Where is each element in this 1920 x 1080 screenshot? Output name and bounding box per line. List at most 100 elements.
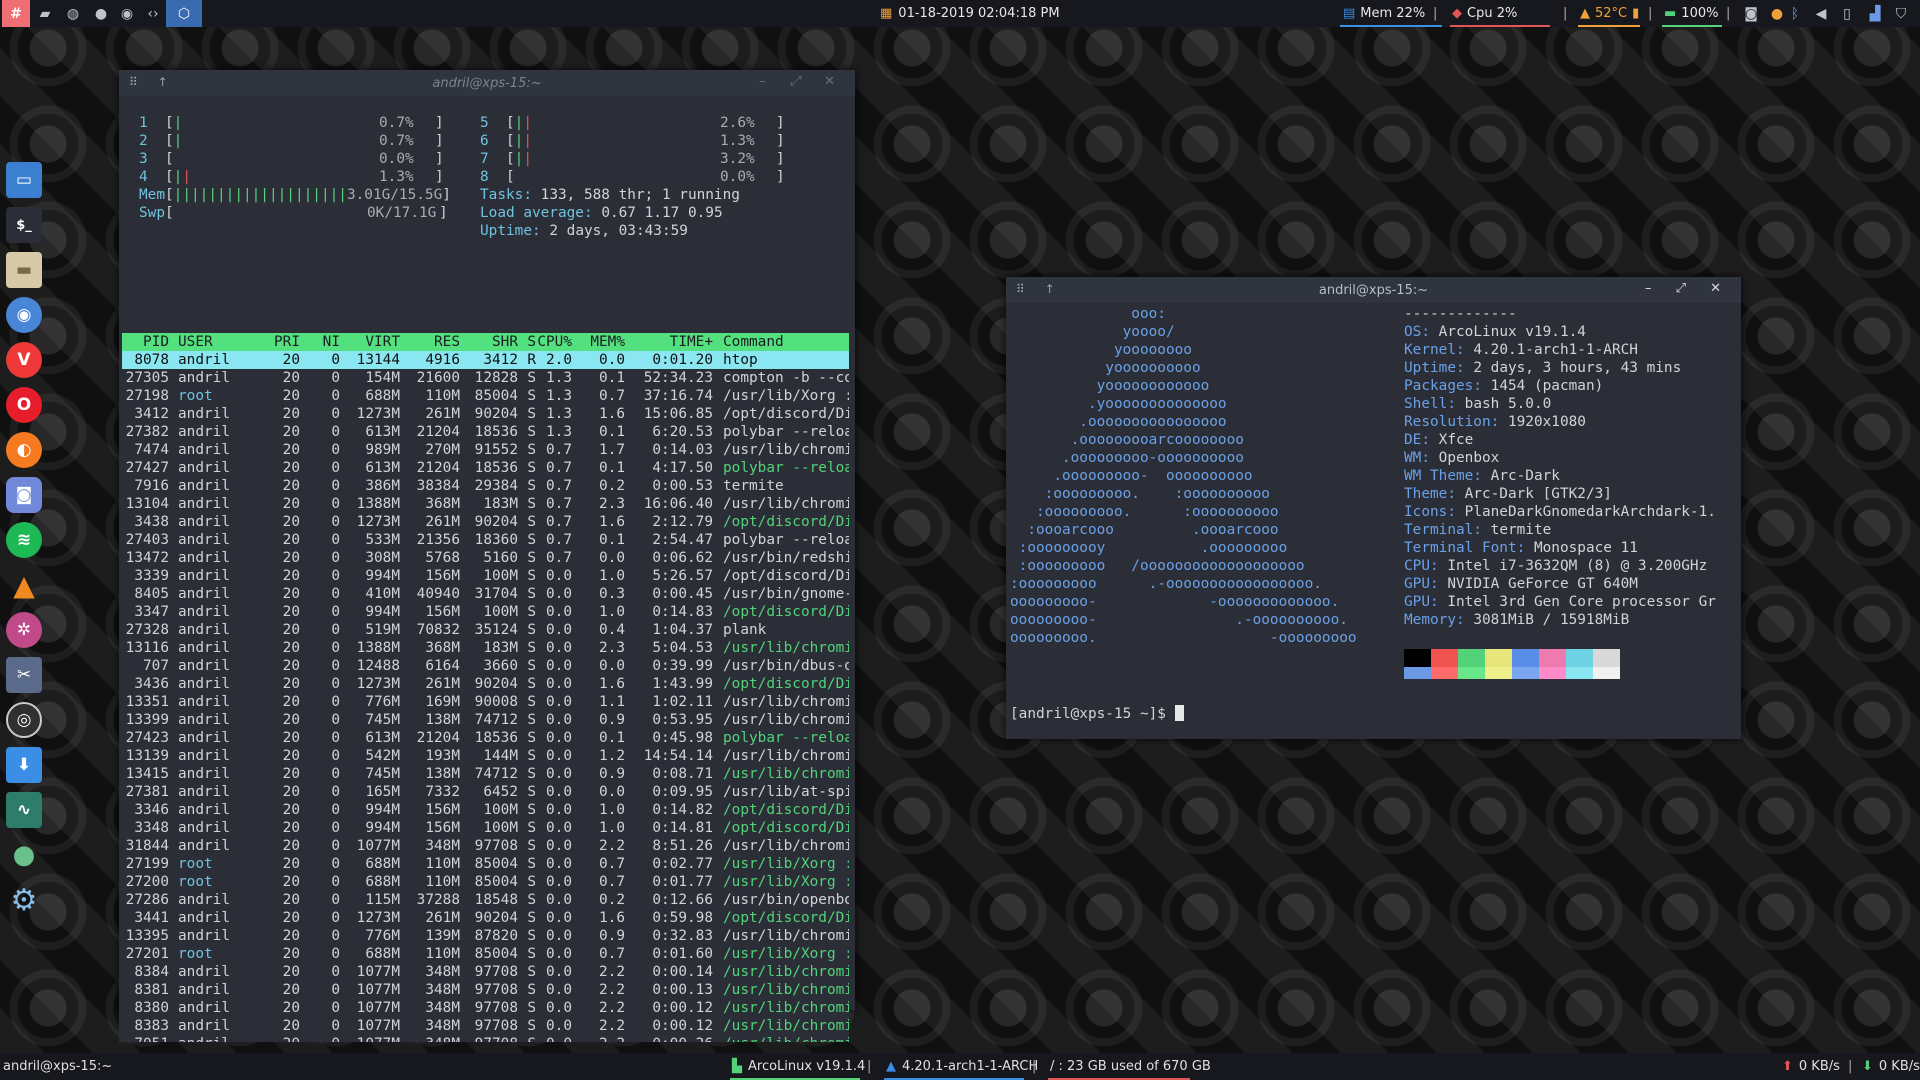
- process-row[interactable]: 7474 andril 20 0 989M 270M 91552 S 0.7 1.7 0:14.03…: [122, 441, 849, 459]
- process-row[interactable]: 3436 andril 20 0 1273M 261M 90204 S 0.0 1.6 1:43.9…: [122, 675, 849, 693]
- process-cell: 0.0: [546, 1018, 572, 1034]
- column-header[interactable]: Command: [713, 333, 849, 351]
- discord-icon[interactable]: ◙: [6, 477, 42, 513]
- obs-icon[interactable]: ◎: [6, 702, 42, 738]
- process-row[interactable]: 3339 andril 20 0 994M 156M 100M S 0.0 1.0 5:26.57 /…: [122, 567, 849, 585]
- process-row[interactable]: 13139 andril 20 0 542M 193M 144M S 0.0 1.2 14:54.1…: [122, 747, 849, 765]
- process-row[interactable]: 13116 andril 20 0 1388M 368M 183M S 0.0 2.3 5:04.5…: [122, 639, 849, 657]
- process-row[interactable]: 31844 andril 20 0 1077M 348M 97708 S 0.0 2.2 8:51.…: [122, 837, 849, 855]
- process-row[interactable]: 27382 andril 20 0 613M 21204 18536 S 1.3 0.1 6:20.…: [122, 423, 849, 441]
- column-header[interactable]: CPU%: [536, 333, 572, 351]
- process-row[interactable]: 13399 andril 20 0 745M 138M 74712 S 0.0 0.9 0:53.9…: [122, 711, 849, 729]
- process-row[interactable]: 3441 andril 20 0 1273M 261M 90204 S 0.0 1.6 0:59.9…: [122, 909, 849, 927]
- drop-icon[interactable]: ●: [6, 837, 42, 873]
- process-row[interactable]: 27199 root 20 0 688M 110M 85004 S 0.0 0.7 0:02.77 /…: [122, 855, 849, 873]
- process-row[interactable]: 13395 andril 20 0 776M 139M 87820 S 0.0 0.9 0:32.8…: [122, 927, 849, 945]
- column-header[interactable]: USER: [169, 333, 270, 351]
- info-key: Memory:: [1404, 612, 1465, 628]
- process-row[interactable]: 8381 andril 20 0 1077M 348M 97708 S 0.0 2.2 0:00.1…: [122, 981, 849, 999]
- chat-icon[interactable]: ●: [88, 0, 114, 27]
- column-header[interactable]: PRI: [270, 333, 300, 351]
- window-titlebar[interactable]: ⠿ ↑ andril@xps-15:~ – ⤢ ✕: [119, 70, 855, 96]
- process-table-header[interactable]: PID USER PRI NI VIRT RES SHR S CPU% MEM% TIME+ Comm…: [122, 333, 849, 351]
- process-row[interactable]: 3346 andril 20 0 994M 156M 100M S 0.0 1.0 0:14.82 /…: [122, 801, 849, 819]
- code-icon[interactable]: ‹›: [140, 0, 166, 27]
- shield-icon[interactable]: ⛉: [1888, 0, 1914, 27]
- files-icon[interactable]: ▬: [6, 252, 42, 288]
- opera-icon[interactable]: O: [6, 387, 42, 423]
- record-icon[interactable]: ◉: [114, 0, 140, 27]
- column-header[interactable]: NI: [300, 333, 340, 351]
- chromium-icon[interactable]: ◉: [6, 297, 42, 333]
- clipboard-icon[interactable]: ▯: [1834, 0, 1860, 27]
- process-row[interactable]: 3348 andril 20 0 994M 156M 100M S 0.0 1.0 0:14.81 /…: [122, 819, 849, 837]
- openbox-icon[interactable]: ⬡: [166, 0, 202, 27]
- window-controls[interactable]: – ⤢ ✕: [759, 74, 845, 89]
- process-cell: 20: [282, 712, 300, 728]
- column-header[interactable]: VIRT: [340, 333, 400, 351]
- window-controls[interactable]: – ⤢ ✕: [1645, 281, 1731, 296]
- process-row[interactable]: 27200 root 20 0 688M 110M 85004 S 0.0 0.7 0:01.77 /…: [122, 873, 849, 891]
- folder-icon[interactable]: ▰: [32, 0, 58, 27]
- process-row[interactable]: 27286 andril 20 0 115M 37288 18548 S 0.0 0.2 0:12.…: [122, 891, 849, 909]
- desktop-icon[interactable]: ▭: [6, 162, 42, 198]
- system-monitor-icon[interactable]: ∿: [6, 792, 42, 828]
- process-row[interactable]: 8380 andril 20 0 1077M 348M 97708 S 0.0 2.2 0:00.1…: [122, 999, 849, 1017]
- process-row[interactable]: 13415 andril 20 0 745M 138M 74712 S 0.0 0.9 0:08.7…: [122, 765, 849, 783]
- process-row[interactable]: 27305 andril 20 0 154M 21600 12828 S 1.3 0.1 52:34…: [122, 369, 849, 387]
- window-menu-icon[interactable]: ⠿ ↑: [1016, 282, 1063, 296]
- volume-icon[interactable]: ◀: [1808, 0, 1834, 27]
- process-row[interactable]: 27427 andril 20 0 613M 21204 18536 S 0.7 0.1 4:17.…: [122, 459, 849, 477]
- neofetch-output[interactable]: ooo: yoooo/ yoooooooo yoooooooooo yooooo…: [1006, 303, 1741, 739]
- process-row[interactable]: 3438 andril 20 0 1273M 261M 90204 S 0.7 1.6 2:12.7…: [122, 513, 849, 531]
- app-icon[interactable]: ✲: [6, 612, 42, 648]
- firefox-icon[interactable]: ◐: [6, 432, 42, 468]
- process-row[interactable]: 8384 andril 20 0 1077M 348M 97708 S 0.0 2.2 0:00.1…: [122, 963, 849, 981]
- process-row[interactable]: 27201 root 20 0 688M 110M 85004 S 0.0 0.7 0:01.60 /…: [122, 945, 849, 963]
- column-header[interactable]: PID: [122, 333, 169, 351]
- vlc-icon[interactable]: ▲: [6, 567, 42, 603]
- process-row[interactable]: 8078 andril 20 0 13144 4916 3412 R 2.0 0.0 0:01.20…: [122, 351, 849, 369]
- process-row[interactable]: 8405 andril 20 0 410M 40940 31704 S 0.0 0.3 0:00.4…: [122, 585, 849, 603]
- window-menu-icon[interactable]: ⠿ ↑: [129, 75, 176, 89]
- process-row[interactable]: 7051andril2001077M348M97708S0.02.20:00.2…: [122, 1035, 849, 1042]
- window-titlebar[interactable]: ⠿ ↑ andril@xps-15:~ – ⤢ ✕: [1006, 277, 1741, 303]
- column-header[interactable]: RES: [400, 333, 460, 351]
- vivaldi-icon[interactable]: V: [6, 342, 42, 378]
- network-icon[interactable]: ▟: [1862, 0, 1888, 27]
- process-row[interactable]: 13104 andril 20 0 1388M 368M 183M S 0.7 2.3 16:06.…: [122, 495, 849, 513]
- process-row[interactable]: 8383 andril 20 0 1077M 348M 97708 S 0.0 2.2 0:00.1…: [122, 1017, 849, 1035]
- process-row[interactable]: 13472 andril 20 0 308M 5768 5160 S 0.7 0.0 0:06.62…: [122, 549, 849, 567]
- column-header[interactable]: S: [518, 333, 536, 351]
- process-row[interactable]: 707 andril 20 0 12488 6164 3660 S 0.0 0.0 0:39.99 /…: [122, 657, 849, 675]
- process-list[interactable]: 8078 andril 20 0 13144 4916 3412 R 2.0 0.0 0:01.20…: [122, 351, 849, 1042]
- process-row[interactable]: 7916 andril 20 0 386M 38384 29384 S 0.7 0.2 0:00.5…: [122, 477, 849, 495]
- process-row[interactable]: 27328 andril 20 0 519M 70832 35124 S 0.0 0.4 1:04.…: [122, 621, 849, 639]
- neofetch-terminal-window[interactable]: ⠿ ↑ andril@xps-15:~ – ⤢ ✕ ooo: yoooo/ yo…: [1006, 277, 1741, 739]
- process-row[interactable]: 13351 andril 20 0 776M 169M 90008 S 0.0 1.1 1:02.1…: [122, 693, 849, 711]
- htop-output[interactable]: 1 [| 0.7%] 2 [| 0.7%] 3 [0.0%] 4 [|| 1.3%] 5 […: [119, 96, 849, 1042]
- process-row[interactable]: 27403 andril 20 0 533M 21356 18360 S 0.7 0.1 2:54.…: [122, 531, 849, 549]
- shell-prompt[interactable]: [andril@xps-15 ~]$: [1010, 705, 1184, 723]
- settings-icon[interactable]: ⚙: [6, 882, 42, 918]
- process-row[interactable]: 27381 andril 20 0 165M 7332 6452 S 0.0 0.0 0:09.95…: [122, 783, 849, 801]
- process-row[interactable]: 3412 andril 20 0 1273M 261M 90204 S 1.3 1.6 15:06.…: [122, 405, 849, 423]
- discord-tray-icon[interactable]: ◙: [1738, 0, 1764, 27]
- htop-terminal-window[interactable]: ⠿ ↑ andril@xps-15:~ – ⤢ ✕ 1 [| 0.7%] 2 [| 0…: [119, 70, 855, 1042]
- clock[interactable]: ▦ 01-18-2019 02:04:18 PM: [880, 0, 1060, 27]
- process-row[interactable]: 3347 andril 20 0 994M 156M 100M S 0.0 1.0 0:14.83 /…: [122, 603, 849, 621]
- bluetooth-icon[interactable]: ᛒ: [1782, 0, 1808, 27]
- spotify-icon[interactable]: ≋: [6, 522, 42, 558]
- terminal-icon[interactable]: $_: [6, 207, 42, 243]
- arco-menu-icon[interactable]: #: [2, 0, 30, 27]
- process-cell: 0: [331, 892, 340, 908]
- download-icon[interactable]: ⬇: [6, 747, 42, 783]
- column-header[interactable]: MEM%: [572, 333, 625, 351]
- globe-icon[interactable]: ◍: [60, 0, 86, 27]
- process-row[interactable]: 27423 andril 20 0 613M 21204 18536 S 0.0 0.1 0:45.…: [122, 729, 849, 747]
- process-row[interactable]: 27198 root 20 0 688M 110M 85004 S 1.3 0.7 37:16.74…: [122, 387, 849, 405]
- process-cell: 1077M: [356, 1000, 400, 1016]
- column-header[interactable]: TIME+: [625, 333, 713, 351]
- column-header[interactable]: SHR: [460, 333, 518, 351]
- screenshot-icon[interactable]: ✂: [6, 657, 42, 693]
